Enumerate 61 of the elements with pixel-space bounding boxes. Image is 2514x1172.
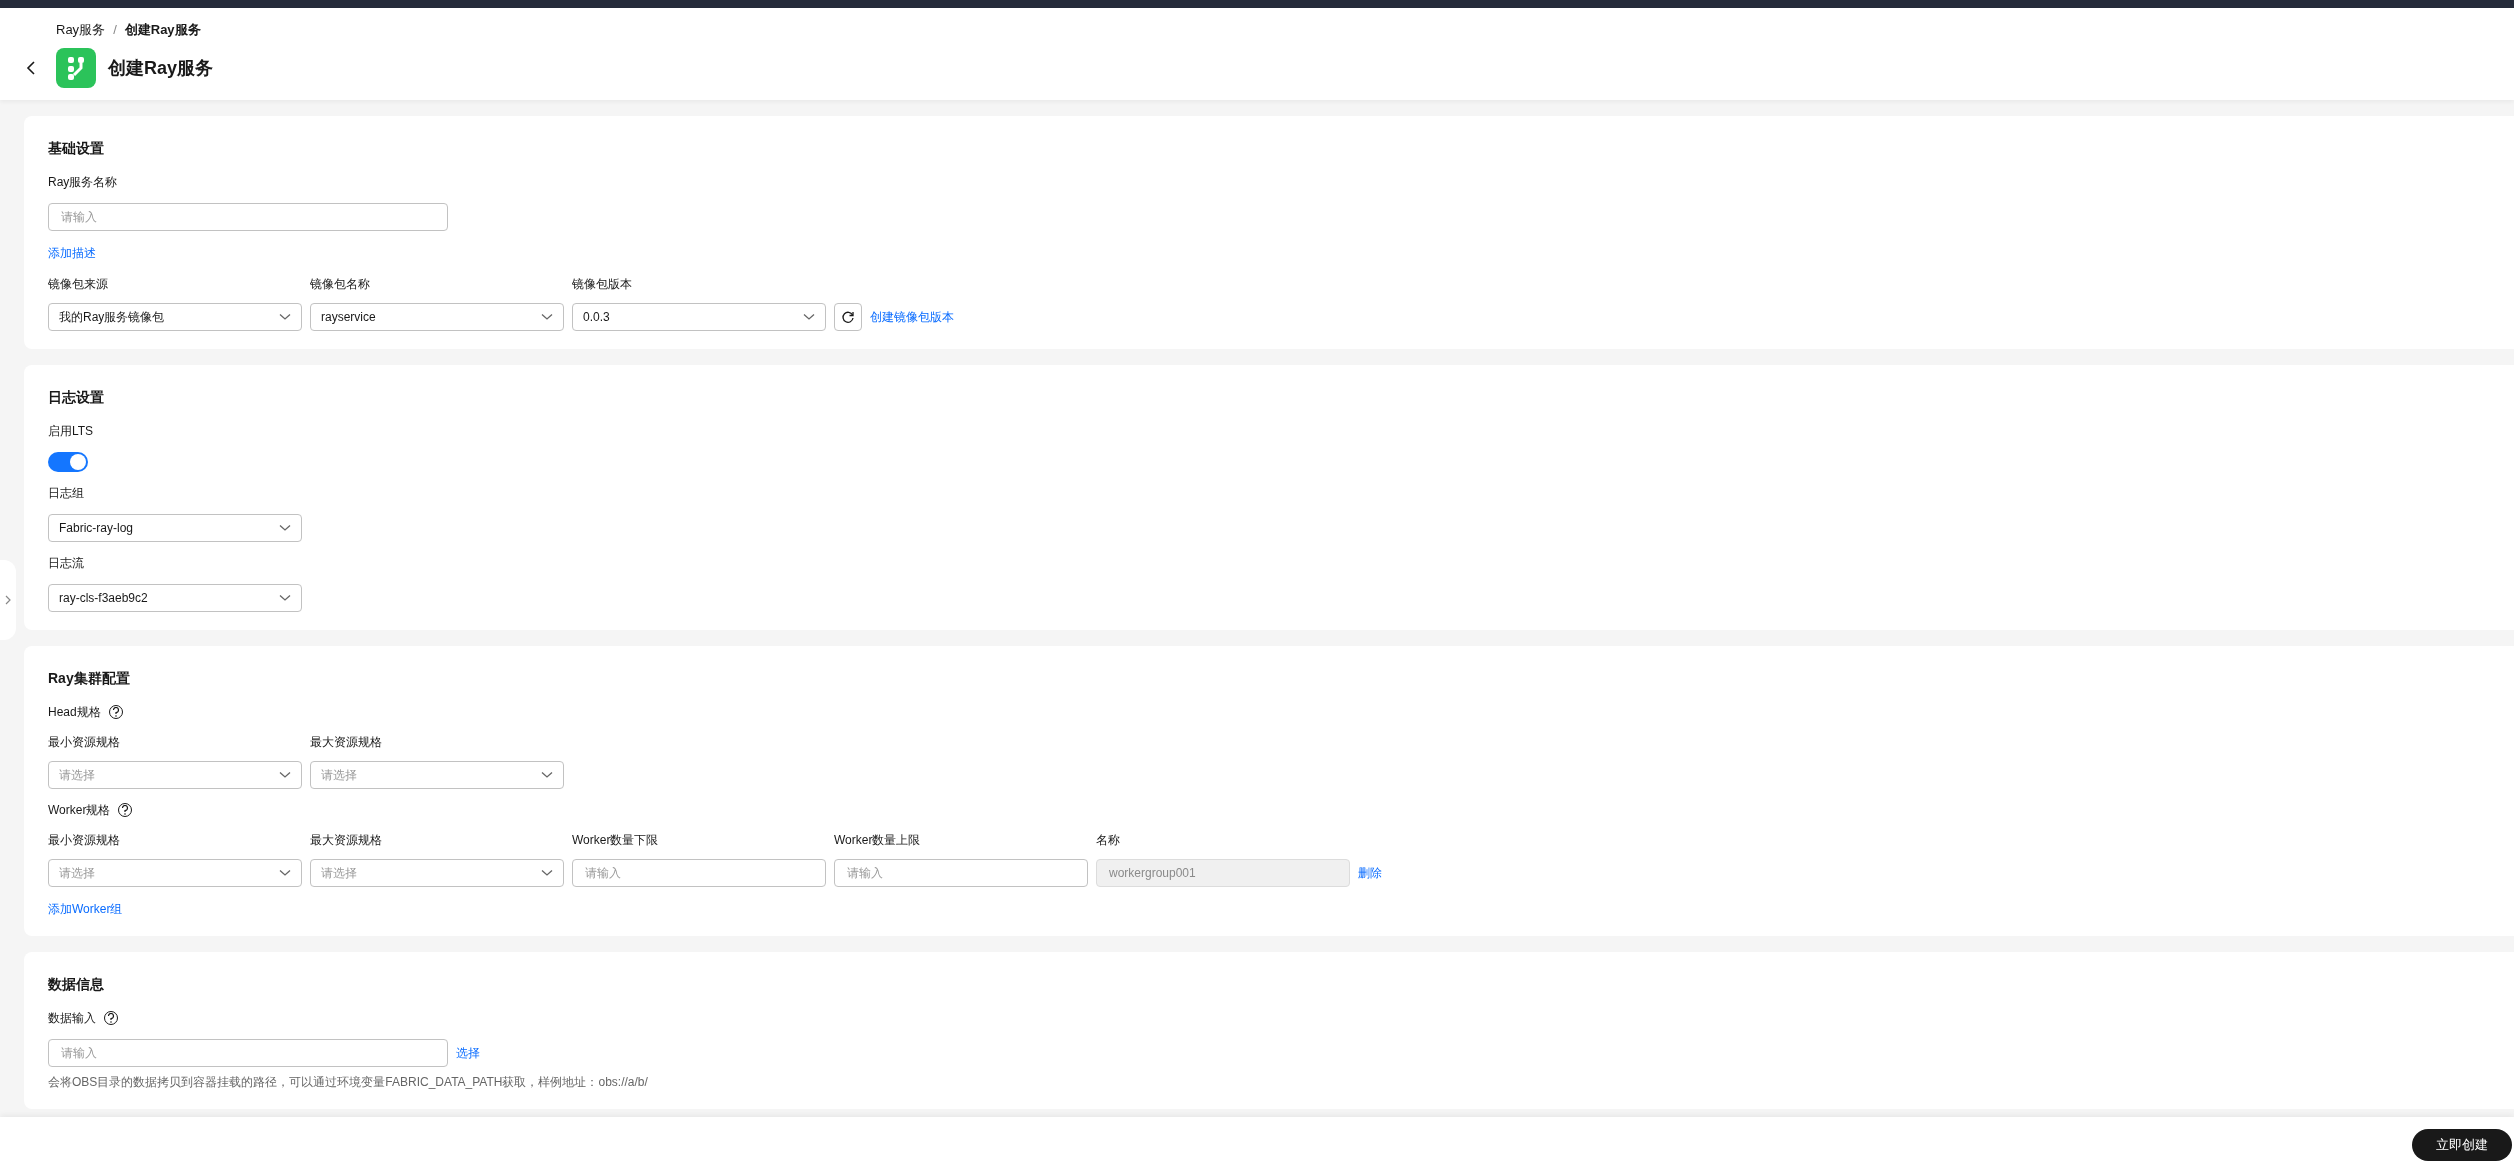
link[interactable]: 添加描述 [48, 244, 96, 262]
create-button[interactable]: 立即创建 [2412, 1128, 2512, 1161]
field-label: 最小资源规格 [48, 734, 121, 751]
section-title: 日志设置 [48, 388, 105, 407]
chevron-down-icon [541, 869, 553, 877]
breadcrumb-separator: / [113, 21, 117, 39]
input-field[interactable]: 请输入 [572, 859, 826, 887]
chevron-down-icon [279, 594, 291, 602]
field-label: 启用LTS [48, 423, 94, 440]
breadcrumb-current: 创建Ray服务 [124, 21, 201, 39]
help-text: 会将OBS目录的数据拷贝到容器挂载的路径，可以通过环境变量FABRIC_DATA_PATH获取，样例地址：obs://a/b/ [48, 1074, 648, 1091]
chevron-down-icon [279, 869, 291, 877]
link[interactable]: 添加Worker组 [48, 900, 123, 918]
chevron-down-icon [541, 313, 553, 321]
link[interactable]: 创建镜像包版本 [870, 303, 954, 331]
link[interactable]: 选择 [456, 1039, 480, 1067]
field-label: Head规格 [48, 704, 101, 721]
chevron-down-icon [279, 313, 291, 321]
dropdown[interactable]: Fabric-ray-log [48, 514, 302, 542]
dropdown[interactable]: rayservice [310, 303, 564, 331]
section-title: 数据信息 [48, 975, 105, 994]
dropdown[interactable]: 请选择 [310, 761, 564, 789]
chevron-down-icon [279, 771, 291, 779]
input-field[interactable]: 请输入 [48, 203, 448, 231]
chevron-right-icon [5, 595, 11, 605]
field-label: Worker数量上限 [834, 832, 922, 849]
field-label: 日志流 [48, 555, 84, 572]
field-label: Worker数量下限 [572, 832, 660, 849]
field-label: 镜像包来源 [48, 276, 109, 293]
field-label: 最大资源规格 [310, 832, 383, 849]
input-field[interactable]: 请输入 [834, 859, 1088, 887]
chevron-left-icon [26, 61, 38, 75]
field-label: 日志组 [48, 485, 84, 502]
dropdown[interactable]: 请选择 [48, 859, 302, 887]
field-label: 数据输入 [48, 1010, 96, 1027]
field-label: 最小资源规格 [48, 832, 121, 849]
page-title: 创建Ray服务 [108, 56, 214, 80]
refresh-button[interactable] [834, 303, 862, 331]
section-title: 基础设置 [48, 139, 105, 158]
app-logo-icon [56, 48, 96, 88]
refresh-icon [841, 310, 855, 324]
toggle-switch[interactable] [48, 452, 88, 472]
breadcrumb-link[interactable]: Ray服务 [56, 20, 106, 40]
dropdown[interactable]: 0.0.3 [572, 303, 826, 331]
chevron-down-icon [541, 771, 553, 779]
field-label: 镜像包版本 [572, 276, 633, 293]
dropdown[interactable]: 请选择 [48, 761, 302, 789]
input-field: workergroup001 [1096, 859, 1350, 887]
field-label: Worker规格 [48, 802, 111, 819]
field-label: Ray服务名称 [48, 174, 118, 191]
dropdown[interactable]: 我的Ray服务镜像包 [48, 303, 302, 331]
input-field[interactable]: 请输入 [48, 1039, 448, 1067]
dropdown[interactable]: 请选择 [310, 859, 564, 887]
field-label: 最大资源规格 [310, 734, 383, 751]
field-label: 名称 [1096, 832, 1121, 849]
section-title: Ray集群配置 [48, 669, 131, 688]
chevron-down-icon [803, 313, 815, 321]
link[interactable]: 删除 [1358, 859, 1382, 887]
dropdown[interactable]: ray-cls-f3aeb9c2 [48, 584, 302, 612]
field-label: 镜像包名称 [310, 276, 371, 293]
chevron-down-icon [279, 524, 291, 532]
